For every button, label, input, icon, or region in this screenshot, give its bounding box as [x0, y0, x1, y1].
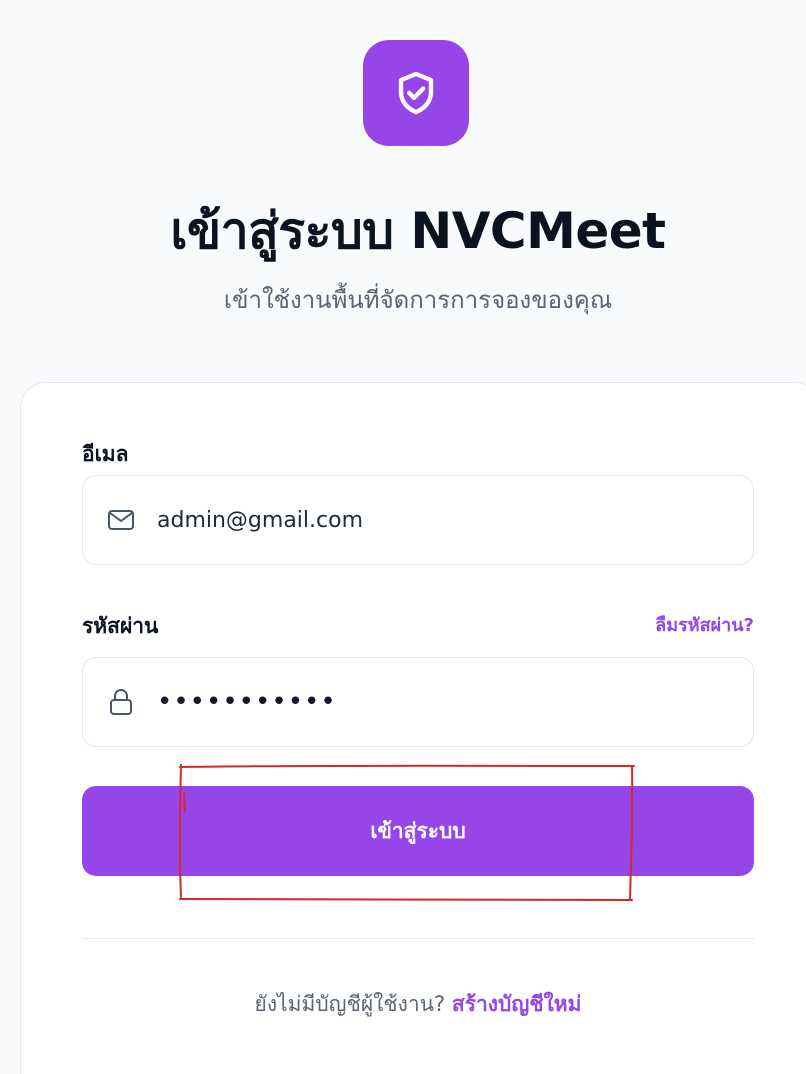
password-label: รหัสผ่าน	[82, 614, 159, 638]
mail-icon	[105, 504, 137, 536]
password-field[interactable]: •••••••••••	[82, 657, 754, 747]
login-page: เข้าสู่ระบบ NVCMeet เข้าใช้งานพื้นที่จัด…	[0, 0, 806, 1074]
signup-prompt: ยังไม่มีบัญชีผู้ใช้งาน?	[254, 992, 446, 1016]
login-button[interactable]: เข้าสู่ระบบ	[82, 786, 754, 876]
shield-check-icon	[363, 40, 469, 146]
create-account-link[interactable]: สร้างบัญชีใหม่	[452, 992, 582, 1016]
email-field[interactable]: admin@gmail.com	[82, 475, 754, 565]
email-value[interactable]: admin@gmail.com	[157, 508, 363, 533]
page-subtitle: เข้าใช้งานพื้นที่จัดการการจองของคุณ	[223, 286, 613, 314]
page-title: เข้าสู่ระบบ NVCMeet	[170, 202, 666, 260]
lock-icon	[105, 686, 137, 718]
divider	[82, 938, 754, 939]
signup-row: ยังไม่มีบัญชีผู้ใช้งาน? สร้างบัญชีใหม่	[0, 988, 806, 1021]
forgot-password-link[interactable]: ลืมรหัสผ่าน?	[655, 610, 754, 639]
password-value[interactable]: •••••••••••	[157, 687, 337, 717]
email-label: อีเมล	[82, 442, 129, 466]
